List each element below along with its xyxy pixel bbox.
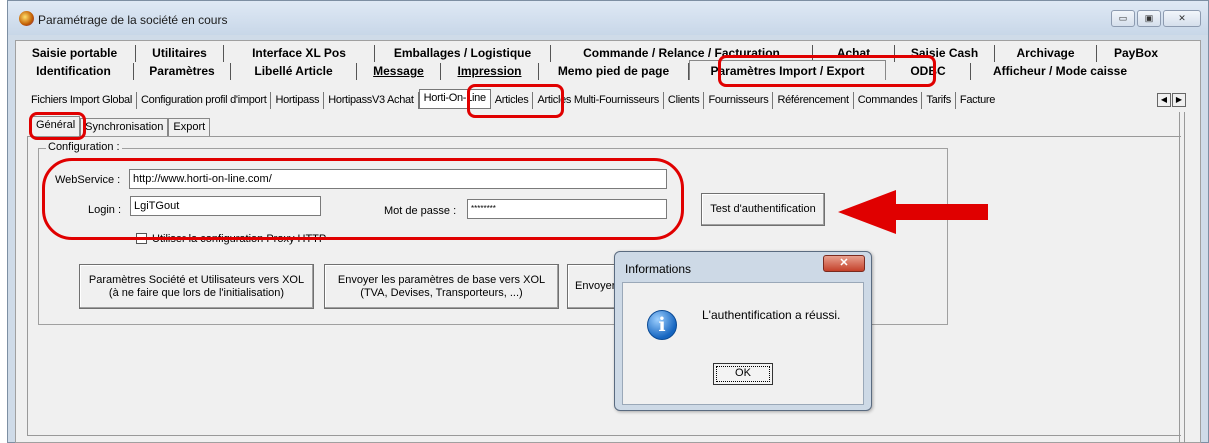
highlight-credentials [42,158,684,240]
ok-button[interactable]: OK [713,363,773,385]
scroll-right-icon[interactable]: ▶ [1172,93,1186,107]
subtab-tarifs[interactable]: Tarifs [922,92,956,109]
dialog-title: Informations [625,262,692,276]
subtab-fichiers-import-global[interactable]: Fichiers Import Global [27,92,137,109]
tab-synchronisation[interactable]: Synchronisation [80,118,169,136]
minimize-icon[interactable]: ▭ [1111,10,1135,27]
scrollbar-track [1179,112,1185,443]
tab-parametres[interactable]: Paramètres [134,63,231,80]
scroll-left-icon[interactable]: ◀ [1157,93,1171,107]
tab-libelle-article[interactable]: Libellé Article [231,63,357,80]
tab-export[interactable]: Export [168,118,211,136]
info-icon: i [647,310,677,340]
tab-emballages-logistique[interactable]: Emballages / Logistique [375,45,551,62]
tab-message[interactable]: Message [357,63,441,80]
subtab-hortipass[interactable]: Hortipass [271,92,325,109]
app-icon [19,11,34,26]
tab-impression[interactable]: Impression [441,63,539,80]
close-icon[interactable]: ✕ [1163,10,1201,27]
configuration-label: Configuration : [46,141,122,153]
subtab-facture[interactable]: Facture [956,92,999,109]
tab-saisie-portable[interactable]: Saisie portable [14,45,136,62]
tab-row-1: Saisie portable Utilitaires Interface XL… [14,45,1175,62]
subtab-clients[interactable]: Clients [664,92,705,109]
red-arrow-icon [838,190,988,234]
maximize-icon[interactable]: ▣ [1137,10,1161,27]
tab-memo-pied-de-page[interactable]: Memo pied de page [539,63,689,80]
highlight-general [29,112,86,140]
tab-archivage[interactable]: Archivage [995,45,1097,62]
dialog-close-icon[interactable]: ✕ [823,255,865,272]
tab-paybox[interactable]: PayBox [1097,45,1175,62]
subtab-commandes[interactable]: Commandes [854,92,923,109]
subtab-referencement[interactable]: Référencement [773,92,854,109]
dialog-message: L'authentification a réussi. [702,308,841,322]
subtab-configuration-profil-import[interactable]: Configuration profil d'import [137,92,272,109]
subtab-fournisseurs[interactable]: Fournisseurs [704,92,774,109]
window-title: Paramétrage de la société en cours [38,13,228,27]
tab-row-2: Identification Paramètres Libellé Articl… [14,60,1149,80]
dialog-body: i L'authentification a réussi. OK [622,282,864,405]
information-dialog: Informations ✕ i L'authentification a ré… [614,251,872,411]
tab-interface-xl-pos[interactable]: Interface XL Pos [224,45,375,62]
subtab-hortipassv3-achat[interactable]: HortipassV3 Achat [324,92,419,109]
parametres-societe-button[interactable]: Paramètres Société et Utilisateurs vers … [79,264,314,309]
highlight-horti-on-line [467,84,564,118]
focus-rect [716,366,770,382]
tab-utilitaires[interactable]: Utilitaires [136,45,224,62]
highlight-import-export [718,55,936,87]
title-bar: Paramétrage de la société en cours ▭ ▣ ✕ [8,1,1208,35]
tab-afficheur-mode-caisse[interactable]: Afficheur / Mode caisse [971,63,1149,80]
test-authentification-button[interactable]: Test d'authentification [701,193,825,226]
envoyer-parametres-base-button[interactable]: Envoyer les paramètres de base vers XOL … [324,264,559,309]
tab-identification[interactable]: Identification [14,63,134,80]
